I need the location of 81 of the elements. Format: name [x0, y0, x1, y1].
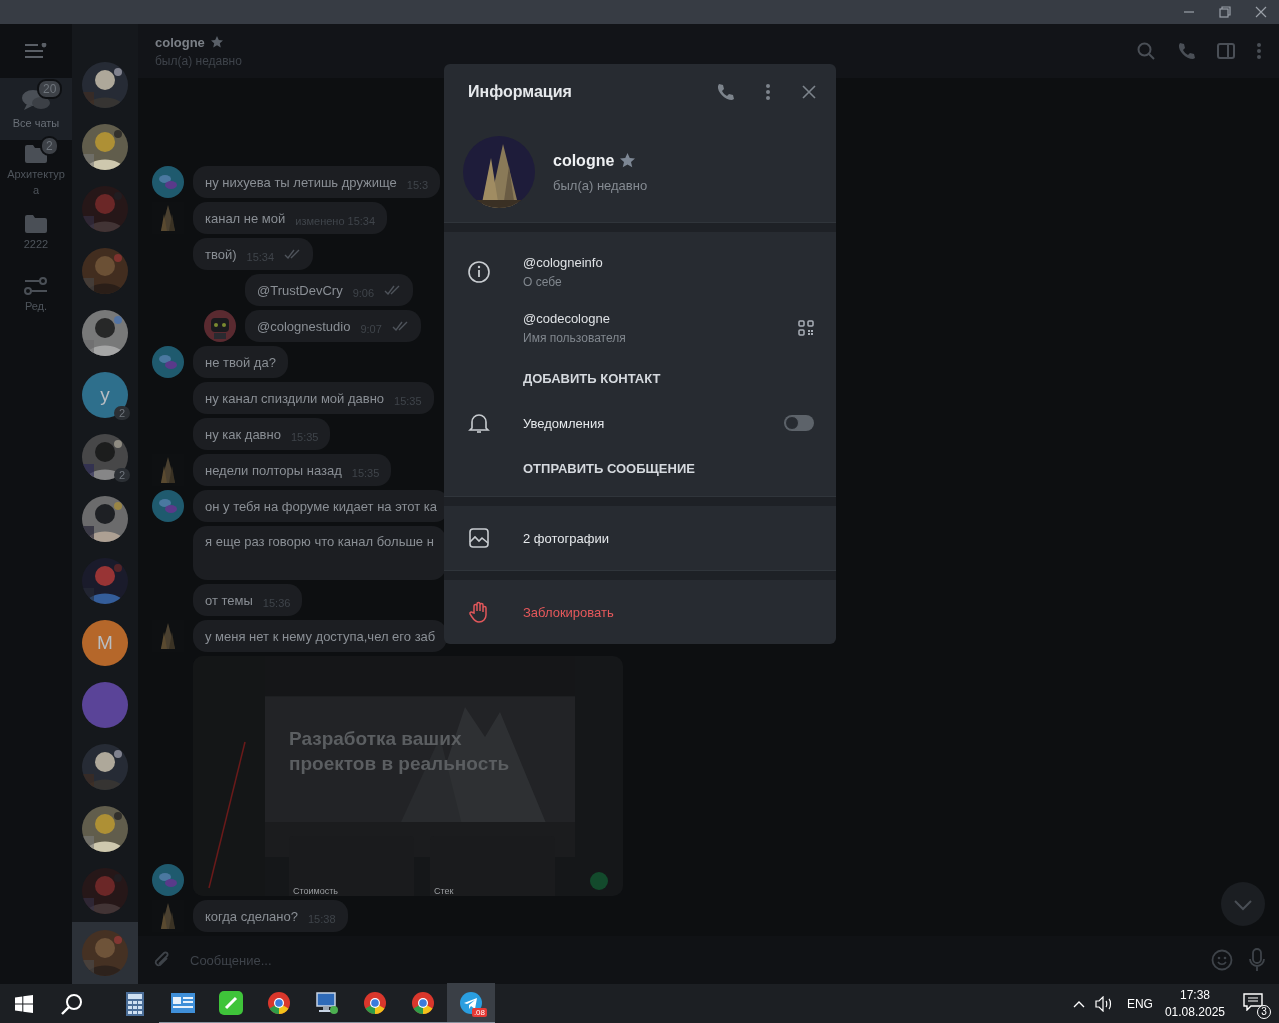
- sidebar-icon[interactable]: [1217, 43, 1235, 59]
- message-text: @TrustDevCry: [257, 282, 343, 298]
- card-label: Стоимость: [293, 886, 339, 896]
- notification-badge: .08: [471, 1008, 487, 1017]
- folder-label: 2222: [22, 236, 50, 252]
- message-text: ну как давно: [205, 426, 281, 442]
- dialog-title: Информация: [468, 83, 572, 101]
- message-text: он у тебя на форуме кидает на этот ка: [205, 498, 438, 514]
- folder-icon: [24, 213, 48, 234]
- sliders-icon: [24, 275, 48, 296]
- contact-name: cologne: [553, 151, 615, 170]
- message-text: я еще раз говорю что канал больше н: [205, 534, 434, 549]
- browser-icon: [411, 990, 435, 1015]
- windows-logo-icon[interactable]: [15, 994, 33, 1013]
- avatar-initial: M: [97, 632, 113, 654]
- photos-row[interactable]: 2 фотографии: [444, 506, 836, 570]
- chat-bubbles-avatar[interactable]: [152, 166, 184, 198]
- computer-icon: [315, 990, 339, 1015]
- phone-app-icon: [219, 990, 243, 1015]
- info-icon: [468, 261, 490, 283]
- phone-icon[interactable]: [716, 83, 734, 101]
- bio-label: О себе: [523, 275, 563, 289]
- message-text: канал не мой: [205, 210, 286, 226]
- restore-icon[interactable]: [1219, 6, 1231, 18]
- message-text: ну нихуева ты летишь дружище: [205, 174, 397, 190]
- folder-label: Все чаты: [11, 115, 61, 131]
- screenshot-message[interactable]: Разработка ваших проектов в реальность Стоимость Стек: [193, 656, 623, 896]
- more-icon[interactable]: [766, 84, 770, 100]
- message-text: у меня нет к нему доступа,чел его заб: [205, 628, 436, 644]
- chat-title: cologne: [155, 34, 205, 50]
- chat-bubbles-avatar[interactable]: [152, 864, 184, 896]
- star-icon: [210, 36, 223, 48]
- phone-icon[interactable]: [1177, 42, 1195, 60]
- card-label: Стек: [434, 886, 454, 896]
- chat-fab: [590, 872, 608, 890]
- notifications-toggle[interactable]: [784, 415, 814, 431]
- add-contact-button[interactable]: ДОБАВИТЬ КОНТАКТ: [523, 370, 661, 386]
- block-row[interactable]: Заблокировать: [444, 580, 836, 644]
- qr-code-icon[interactable]: [798, 320, 814, 336]
- chat-bubbles-avatar[interactable]: [152, 490, 184, 522]
- close-icon[interactable]: [802, 85, 816, 99]
- message-text: недели полторы назад: [205, 462, 342, 478]
- robot-avatar[interactable]: [204, 310, 236, 342]
- browser-icon: [363, 990, 387, 1015]
- close-icon[interactable]: [1255, 6, 1267, 18]
- image-icon: [468, 528, 490, 548]
- menu-icon[interactable]: [25, 43, 47, 59]
- message-text: не твой да?: [205, 354, 276, 370]
- message-text: твой): [205, 246, 237, 262]
- notifications-label: Уведомления: [523, 415, 606, 431]
- taskbar-app[interactable]: .08: [447, 983, 495, 1023]
- bell-icon: [468, 412, 490, 434]
- photos-label: 2 фотографии: [523, 530, 610, 546]
- send-message-button[interactable]: ОТПРАВИТЬ СООБЩЕНИЕ: [523, 460, 695, 476]
- message-text: ну канал спиздили мой давно: [205, 390, 385, 406]
- hero-heading: Разработка ваших проектов в реальность: [289, 727, 511, 776]
- avatar-initial: у: [100, 384, 110, 406]
- folder-label: Архитектура: [6, 166, 66, 198]
- star-icon: [620, 153, 636, 168]
- folder-label: Ред.: [23, 298, 49, 314]
- chat-bubbles-avatar[interactable]: [152, 346, 184, 378]
- chevron-up-icon[interactable]: [1072, 999, 1085, 1008]
- message-text: когда сделано?: [205, 908, 298, 924]
- browser-icon: [267, 990, 291, 1015]
- clock[interactable]: 17:38 01.08.2025: [1164, 987, 1225, 1020]
- calculator-icon: [126, 991, 144, 1016]
- notifications-button[interactable]: 3: [1243, 988, 1271, 1019]
- window-icon: [171, 992, 195, 1013]
- paper-plane-icon: [459, 990, 483, 1015]
- block-label: Заблокировать: [523, 604, 615, 620]
- contact-status: был(а) недавно: [553, 177, 648, 193]
- message-text: от темы: [205, 592, 253, 608]
- search-icon[interactable]: [61, 992, 83, 1015]
- speaker-icon[interactable]: [1094, 995, 1113, 1012]
- language-indicator[interactable]: ENG: [1126, 996, 1153, 1011]
- username-label: Имя пользователя: [523, 331, 627, 345]
- username-value[interactable]: @codecologne: [523, 311, 798, 326]
- more-icon[interactable]: [1257, 43, 1261, 59]
- bio-value[interactable]: @cologneinfo: [523, 255, 814, 270]
- message-text: @colognestudio: [257, 318, 351, 334]
- hand-icon: [468, 601, 490, 623]
